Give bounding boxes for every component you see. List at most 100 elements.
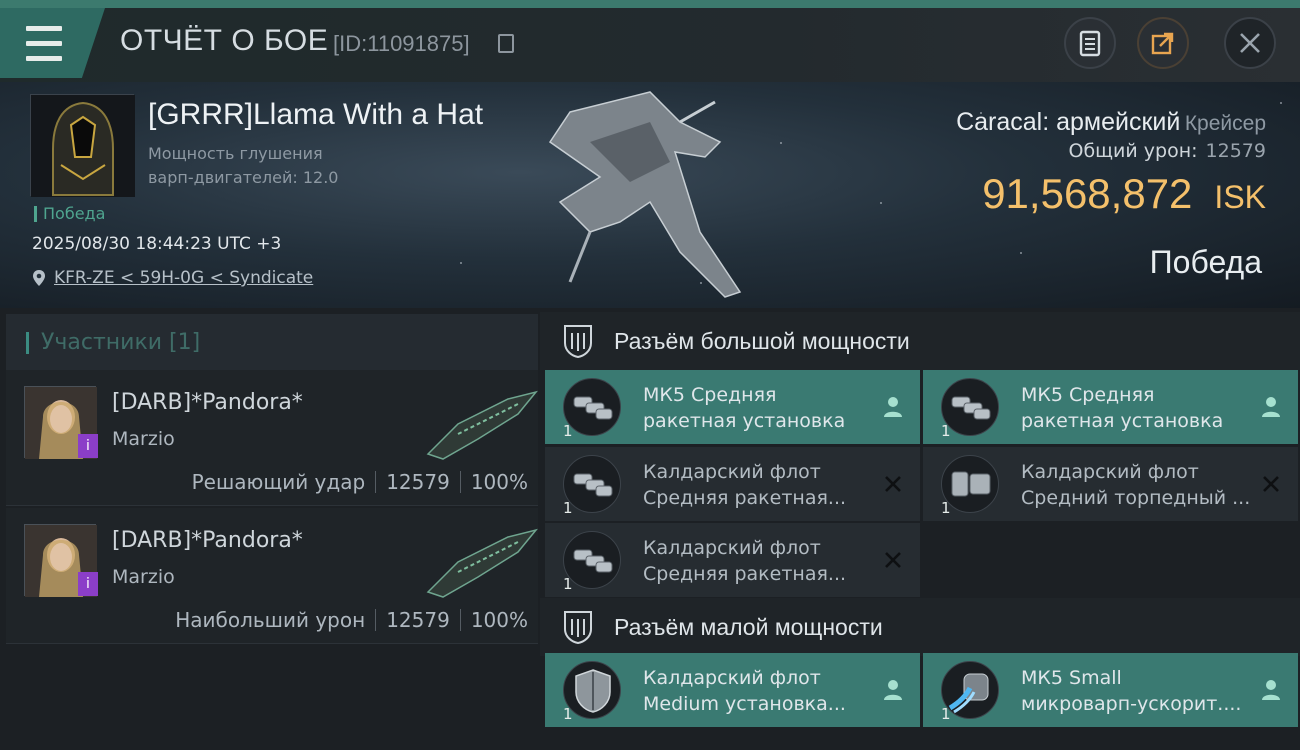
participant-ship: Marzio (112, 428, 175, 450)
module-slot[interactable]: 1 Калдарский флот Средняя ракетная... (545, 447, 920, 521)
divider (375, 609, 377, 631)
participant-damage: 12579 (386, 470, 450, 494)
destroyed-x-icon (1258, 471, 1284, 497)
module-slot[interactable]: 1 Калдарский флот Medium установка... (545, 653, 920, 727)
module-slot[interactable]: 1 МК5 Small микроварп-ускорит.... (923, 653, 1298, 727)
participant-percent: 100% (470, 470, 528, 494)
info-badge[interactable]: i (78, 572, 98, 596)
info-badge[interactable]: i (78, 434, 98, 458)
module-quantity: 1 (563, 705, 573, 723)
total-damage-value: 12579 (1205, 140, 1266, 162)
participant-row[interactable]: i [DARB]*Pandora* Marzio Решающий удар 1… (6, 370, 538, 506)
close-button[interactable] (1224, 17, 1276, 69)
module-name-line2: микроварп-ускорит.... (1021, 693, 1242, 715)
module-quantity: 1 (941, 422, 951, 440)
divider (459, 609, 461, 631)
share-button[interactable] (1137, 17, 1189, 69)
close-icon (1240, 33, 1260, 53)
participant-role: Наибольший урон (175, 608, 366, 632)
module-name-line2: ракетная установка (1021, 410, 1224, 432)
result-badge: Победа (34, 206, 105, 222)
module-name-line1: МК5 Средняя (643, 384, 777, 406)
dropped-person-icon (880, 394, 906, 420)
high-slot-header: Разъём большой мощности (540, 312, 1300, 370)
module-name-line1: Калдарский флот (643, 667, 821, 689)
participant-name[interactable]: [DARB]*Pandora* (112, 528, 303, 553)
participant-name[interactable]: [DARB]*Pandora* (112, 390, 303, 415)
module-quantity: 1 (563, 422, 573, 440)
module-name-line1: Калдарский флот (1021, 461, 1199, 483)
participants-header[interactable]: Участники [1] (6, 314, 538, 372)
divider (459, 471, 461, 493)
warp-scramble-label: Мощность глушения (148, 144, 323, 163)
participant-row[interactable]: i [DARB]*Pandora* Marzio Наибольший урон… (6, 508, 538, 644)
module-quantity: 1 (563, 499, 573, 517)
low-slot-icon (564, 611, 592, 645)
warp-scramble-value: варп-двигателей: 12.0 (148, 168, 339, 187)
total-damage-label: Общий урон: (1068, 140, 1198, 162)
copy-id-icon[interactable] (498, 34, 514, 53)
victim-name[interactable]: [GRRR]Llama With a Hat (148, 98, 483, 132)
module-name-line1: Калдарский флот (643, 537, 821, 559)
isk-currency: ISK (1214, 179, 1266, 215)
module-quantity: 1 (941, 705, 951, 723)
ship-class: Caracal: армейский Крейсер (956, 108, 1266, 137)
high-slot-icon (564, 325, 592, 359)
report-id: [ID:11091875] (333, 31, 470, 56)
module-name-line2: Средняя ракетная... (643, 563, 847, 585)
location-link[interactable]: KFR-ZE < 59H-0G < Syndicate (32, 268, 313, 288)
menu-button[interactable] (0, 8, 105, 78)
participant-percent: 100% (470, 608, 528, 632)
battle-datetime: 2025/08/30 18:44:23 UTC +3 (32, 234, 282, 254)
dropped-person-icon (880, 677, 906, 703)
fitting-panel: Разъём большой мощности 1 МК5 Средняя ра… (540, 308, 1300, 750)
clipboard-button[interactable] (1064, 17, 1116, 69)
module-name-line2: Средний торпедный ... (1021, 487, 1251, 509)
location-text[interactable]: KFR-ZE < 59H-0G < Syndicate (54, 268, 313, 288)
participant-damage: 12579 (386, 608, 450, 632)
ship-name[interactable]: Caracal: армейский (956, 108, 1180, 136)
dropped-person-icon (1258, 677, 1284, 703)
top-bar: ОТЧЁТ О БОЕ [ID:11091875] (0, 0, 1300, 82)
participant-stats: Наибольший урон 12579 100% (175, 608, 528, 632)
module-name-line2: Medium установка... (643, 693, 846, 715)
victim-portrait[interactable] (30, 94, 135, 197)
ship-type: Крейсер (1184, 112, 1266, 135)
module-name-line1: Калдарский флот (643, 461, 821, 483)
divider (375, 471, 377, 493)
victim-ship-image (548, 91, 742, 298)
page-title: ОТЧЁТ О БОЕ (120, 24, 329, 57)
high-slot-title: Разъём большой мощности (614, 327, 910, 354)
module-quantity: 1 (563, 575, 573, 593)
share-icon (1151, 32, 1174, 55)
low-slot-title: Разъём малой мощности (614, 613, 883, 640)
dropped-person-icon (1258, 394, 1284, 420)
participant-ship-image (426, 390, 538, 460)
battle-outcome: Победа (1149, 244, 1262, 280)
battle-report-screen: ОТЧЁТ О БОЕ [ID:11091875] [GRRR]Llama Wi… (0, 0, 1300, 750)
menu-icon (26, 21, 62, 66)
module-quantity: 1 (941, 499, 951, 517)
victim-summary: [GRRR]Llama With a Hat Мощность глушения… (0, 82, 1300, 308)
participant-stats: Решающий удар 12579 100% (192, 470, 528, 494)
isk-amount: 91,568,872 (982, 170, 1193, 217)
participants-title: Участники [1] (26, 332, 200, 354)
isk-value: 91,568,872 ISK (982, 170, 1266, 218)
module-name-line2: ракетная установка (643, 410, 846, 432)
destroyed-x-icon (880, 471, 906, 497)
module-name-line1: МК5 Средняя (1021, 384, 1155, 406)
helmet-portrait-icon (31, 95, 135, 197)
clipboard-icon (1079, 30, 1101, 57)
module-name-line1: МК5 Small (1021, 667, 1122, 689)
total-damage: Общий урон: 12579 (1068, 140, 1266, 162)
module-slot[interactable]: 1 МК5 Средняя ракетная установка (545, 370, 920, 444)
participant-role: Решающий удар (191, 470, 366, 494)
participant-ship-image (426, 528, 538, 598)
module-slot[interactable]: 1 Калдарский флот Средняя ракетная... (545, 523, 920, 597)
module-name-line2: Средняя ракетная... (643, 487, 847, 509)
location-pin-icon (33, 270, 45, 286)
participants-panel: Участники [1] i [DARB]*Pandora* Marzio Р… (0, 308, 540, 750)
module-slot[interactable]: 1 МК5 Средняя ракетная установка (923, 370, 1298, 444)
module-slot[interactable]: 1 Калдарский флот Средний торпедный ... (923, 447, 1298, 521)
destroyed-x-icon (880, 547, 906, 573)
